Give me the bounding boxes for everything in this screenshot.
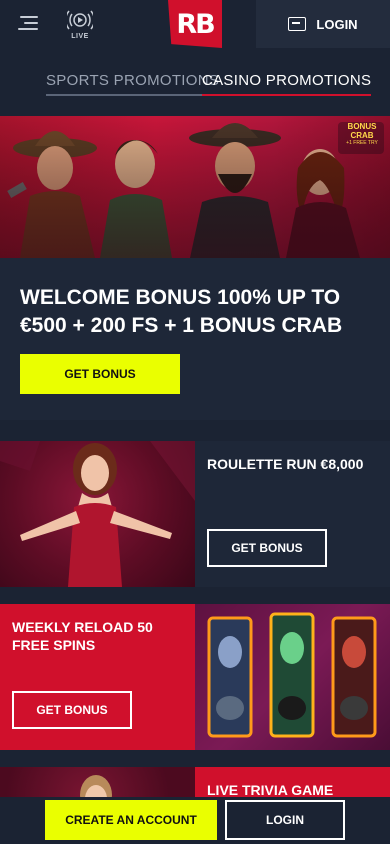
header-login-button[interactable]: LOGIN [256,0,390,48]
weekly-reload-get-bonus-button[interactable]: GET BONUS [12,691,132,729]
roulette-run-details: ROULETTE RUN €8,000 GET BONUS [195,441,390,587]
roulette-run-title: ROULETTE RUN €8,000 [207,456,364,472]
hero-characters-illustration [0,116,390,258]
promotion-tabs: SPORTS PROMOTIONS CASINO PROMOTIONS [0,48,390,116]
badge-title: BONUS CRAB [347,122,377,140]
tab-sports-promotions[interactable]: SPORTS PROMOTIONS [46,72,220,96]
welcome-get-bonus-button[interactable]: GET BONUS [20,354,180,394]
roulette-run-image [0,441,195,587]
login-key-icon [288,17,307,31]
create-account-button[interactable]: CREATE AN ACCOUNT [45,800,217,840]
welcome-bonus-card: WELCOME BONUS 100% UP TO €500 + 200 FS +… [0,258,390,420]
tab-casino-promotions[interactable]: CASINO PROMOTIONS [202,72,372,96]
slot-reels-illustration [207,612,377,738]
roulette-run-get-bonus-button[interactable]: GET BONUS [207,529,327,567]
roulette-run-promo: ROULETTE RUN €8,000 GET BONUS [0,441,390,587]
bottom-action-bar: CREATE AN ACCOUNT LOGIN [0,797,390,844]
weekly-reload-image [195,604,390,750]
top-header: LIVE RB LOGIN [0,0,390,48]
live-label: LIVE [71,33,89,40]
hamburger-menu-icon[interactable] [18,14,38,32]
header-login-label: LOGIN [316,16,358,32]
live-button[interactable]: LIVE [64,10,96,40]
hero-promo-image: BONUS CRAB +1 FREE TRY [0,116,390,258]
site-logo[interactable]: RB [168,0,222,48]
bottom-login-button[interactable]: LOGIN [225,800,345,840]
dealer-illustration [0,441,195,587]
weekly-reload-promo: WEEKLY RELOAD 50 FREE SPINS GET BONUS [0,604,390,750]
logo-text: RB [176,8,215,40]
badge-subtitle: +1 FREE TRY [346,140,378,146]
weekly-reload-details: WEEKLY RELOAD 50 FREE SPINS GET BONUS [0,604,195,750]
bonus-crab-badge: BONUS CRAB +1 FREE TRY [340,122,384,147]
live-broadcast-icon [65,10,95,30]
welcome-bonus-title: WELCOME BONUS 100% UP TO €500 + 200 FS +… [20,286,343,337]
weekly-reload-title: WEEKLY RELOAD 50 FREE SPINS [12,619,153,653]
